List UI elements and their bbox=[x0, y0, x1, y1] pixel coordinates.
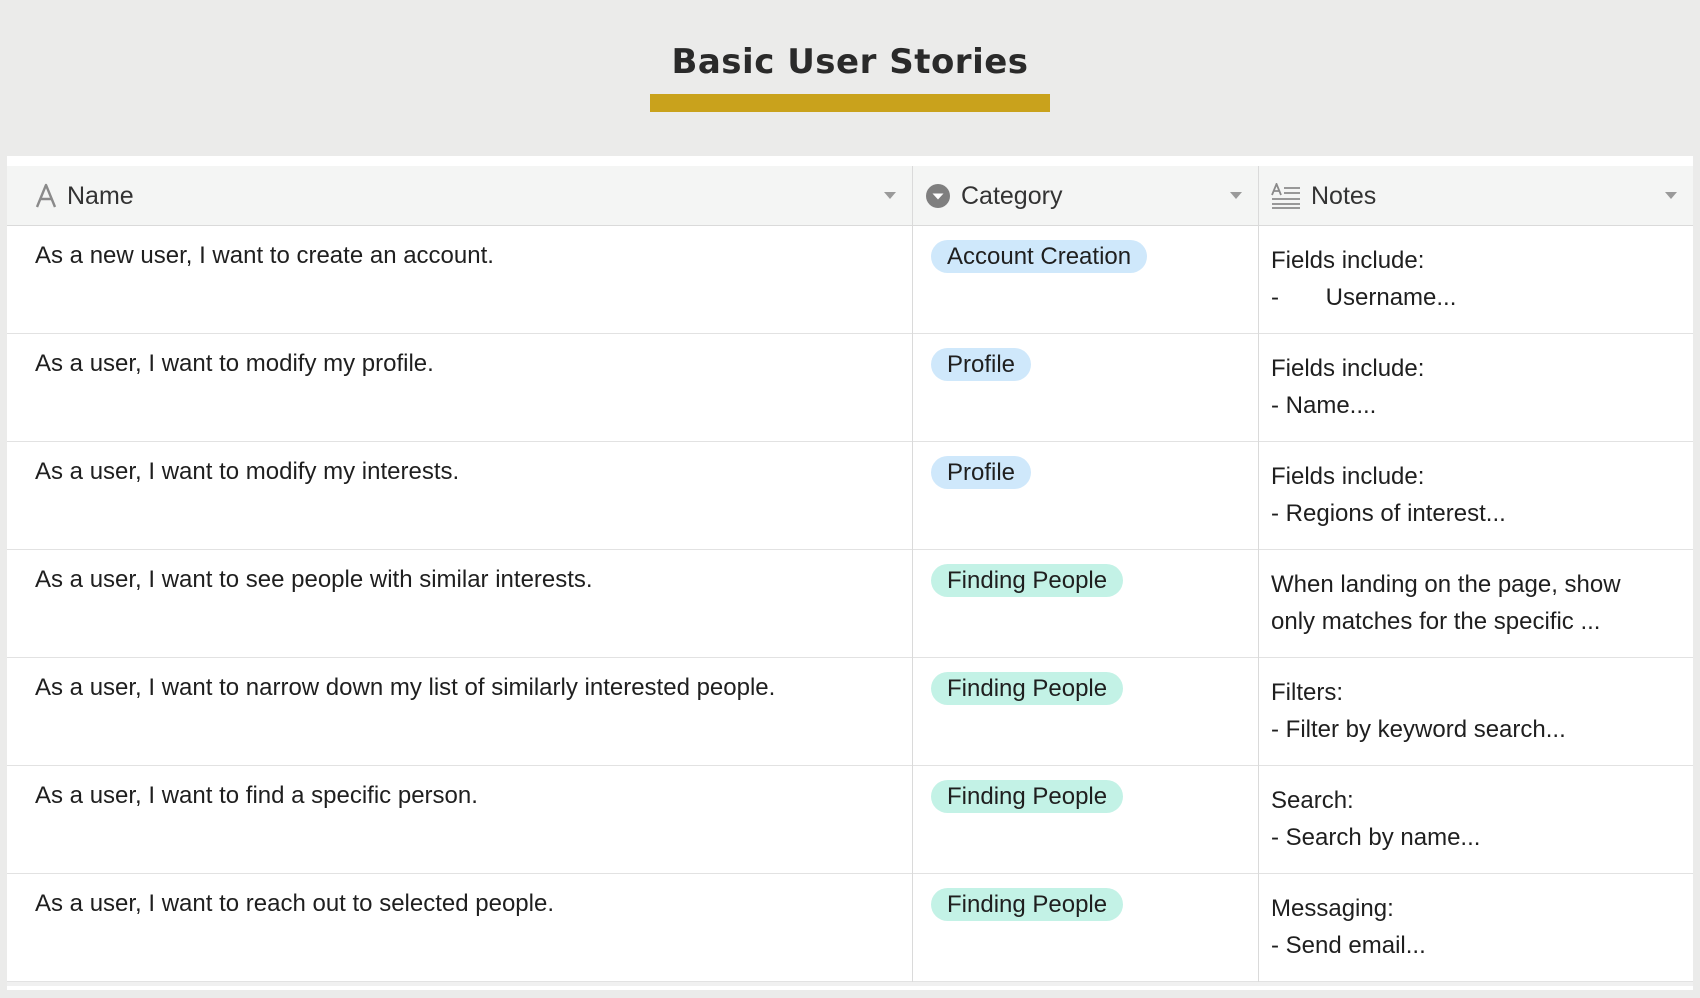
text-field-icon bbox=[35, 183, 57, 209]
cell-category[interactable]: Profile bbox=[913, 442, 1259, 550]
table-header-row: Name Category Notes bbox=[7, 166, 1693, 226]
notes-line: When landing on the page, show bbox=[1271, 571, 1621, 598]
story-name: As a new user, I want to create an accou… bbox=[35, 242, 494, 269]
chevron-down-icon[interactable] bbox=[1665, 192, 1677, 199]
notes-text: Search: - Search by name... bbox=[1271, 782, 1681, 856]
table-row[interactable]: As a new user, I want to create an accou… bbox=[7, 226, 1693, 334]
cell-category[interactable]: Finding People bbox=[913, 550, 1259, 658]
user-stories-table: Name Category Notes As a new user, I wan… bbox=[7, 156, 1693, 990]
page-header: Basic User Stories bbox=[0, 0, 1700, 150]
category-badge: Profile bbox=[931, 348, 1032, 381]
notes-line: - Filter by keyword search... bbox=[1271, 716, 1566, 743]
cell-name[interactable]: As a user, I want to narrow down my list… bbox=[7, 658, 913, 766]
story-name: As a user, I want to see people with sim… bbox=[35, 566, 593, 593]
cell-notes[interactable]: Search: - Search by name... bbox=[1259, 766, 1693, 874]
category-badge: Account Creation bbox=[931, 240, 1148, 273]
cell-category[interactable]: Profile bbox=[913, 334, 1259, 442]
cell-category[interactable]: Finding People bbox=[913, 766, 1259, 874]
cell-name[interactable]: As a user, I want to modify my profile. bbox=[7, 334, 913, 442]
notes-line: Fields include: bbox=[1271, 355, 1425, 382]
notes-line: - Search by name... bbox=[1271, 824, 1481, 851]
column-header-label: Category bbox=[961, 181, 1063, 210]
table-row[interactable]: As a user, I want to narrow down my list… bbox=[7, 658, 1693, 766]
cell-notes[interactable]: Fields include: - Username... bbox=[1259, 226, 1693, 334]
chevron-down-icon[interactable] bbox=[884, 192, 896, 199]
cell-name[interactable]: As a user, I want to reach out to select… bbox=[7, 874, 913, 982]
long-text-icon bbox=[1271, 183, 1301, 209]
table-row[interactable]: As a user, I want to modify my interests… bbox=[7, 442, 1693, 550]
notes-line: - Regions of interest... bbox=[1271, 500, 1506, 527]
cell-notes[interactable]: Fields include: - Name.... bbox=[1259, 334, 1693, 442]
category-badge: Finding People bbox=[931, 672, 1124, 705]
table-row[interactable]: As a user, I want to reach out to select… bbox=[7, 874, 1693, 982]
single-select-icon bbox=[925, 183, 951, 209]
category-badge: Finding People bbox=[931, 888, 1124, 921]
notes-line: Fields include: bbox=[1271, 247, 1425, 274]
table-row[interactable]: As a user, I want to modify my profile. P… bbox=[7, 334, 1693, 442]
notes-text: Messaging: - Send email... bbox=[1271, 890, 1681, 964]
cell-name[interactable]: As a user, I want to modify my interests… bbox=[7, 442, 913, 550]
cell-category[interactable]: Finding People bbox=[913, 658, 1259, 766]
cell-name[interactable]: As a new user, I want to create an accou… bbox=[7, 226, 913, 334]
notes-line: - Send email... bbox=[1271, 932, 1426, 959]
notes-text: Fields include: - Name.... bbox=[1271, 350, 1681, 424]
cell-notes[interactable]: When landing on the page, show only match… bbox=[1259, 550, 1693, 658]
category-badge: Profile bbox=[931, 456, 1032, 489]
table-row[interactable]: As a user, I want to see people with sim… bbox=[7, 550, 1693, 658]
chevron-down-icon[interactable] bbox=[1230, 192, 1242, 199]
column-header-name[interactable]: Name bbox=[7, 166, 913, 226]
category-badge: Finding People bbox=[931, 564, 1124, 597]
story-name: As a user, I want to modify my profile. bbox=[35, 350, 434, 377]
category-badge: Finding People bbox=[931, 780, 1124, 813]
story-name: As a user, I want to modify my interests… bbox=[35, 458, 460, 485]
column-header-category[interactable]: Category bbox=[913, 166, 1259, 226]
notes-line: - Username... bbox=[1271, 284, 1457, 311]
table-row[interactable]: As a user, I want to find a specific per… bbox=[7, 766, 1693, 874]
page-title: Basic User Stories bbox=[671, 42, 1029, 82]
notes-text: When landing on the page, show only match… bbox=[1271, 566, 1681, 640]
notes-line: only matches for the specific ... bbox=[1271, 608, 1601, 635]
story-name: As a user, I want to find a specific per… bbox=[35, 782, 478, 809]
notes-line: Filters: bbox=[1271, 679, 1343, 706]
title-underline bbox=[650, 94, 1050, 112]
notes-line: - Name.... bbox=[1271, 392, 1377, 419]
cell-notes[interactable]: Filters: - Filter by keyword search... bbox=[1259, 658, 1693, 766]
cell-notes[interactable]: Messaging: - Send email... bbox=[1259, 874, 1693, 982]
cell-name[interactable]: As a user, I want to find a specific per… bbox=[7, 766, 913, 874]
notes-text: Fields include: - Regions of interest... bbox=[1271, 458, 1681, 532]
cell-category[interactable]: Finding People bbox=[913, 874, 1259, 982]
notes-line: Messaging: bbox=[1271, 895, 1394, 922]
column-header-label: Notes bbox=[1311, 181, 1377, 210]
story-name: As a user, I want to reach out to select… bbox=[35, 890, 554, 917]
story-name: As a user, I want to narrow down my list… bbox=[35, 674, 776, 701]
column-header-label: Name bbox=[67, 181, 134, 210]
cell-name[interactable]: As a user, I want to see people with sim… bbox=[7, 550, 913, 658]
notes-line: Fields include: bbox=[1271, 463, 1425, 490]
cell-category[interactable]: Account Creation bbox=[913, 226, 1259, 334]
table-bottom-edge bbox=[7, 982, 1693, 986]
notes-line: Search: bbox=[1271, 787, 1354, 814]
notes-text: Filters: - Filter by keyword search... bbox=[1271, 674, 1681, 748]
notes-text: Fields include: - Username... bbox=[1271, 242, 1681, 316]
cell-notes[interactable]: Fields include: - Regions of interest... bbox=[1259, 442, 1693, 550]
column-header-notes[interactable]: Notes bbox=[1259, 166, 1693, 226]
